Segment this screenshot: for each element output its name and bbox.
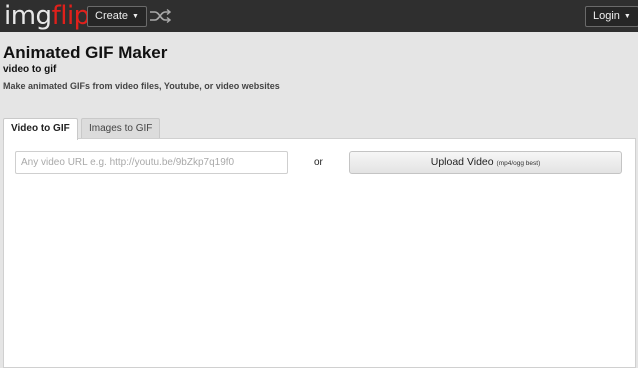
logo-text-flip: flip — [51, 1, 91, 31]
login-button[interactable]: Login ▼ — [585, 6, 638, 27]
imgflip-logo[interactable]: imgflip — [4, 1, 90, 31]
tab-video-to-gif[interactable]: Video to GIF — [3, 118, 78, 140]
upload-video-label: Upload Video — [430, 156, 494, 168]
create-menu-button[interactable]: Create ▼ — [87, 6, 147, 27]
upload-format-note: (mp4/ogg best) — [496, 160, 541, 167]
tab-images-to-gif[interactable]: Images to GIF — [81, 118, 161, 139]
top-navbar: imgflip Create ▼ Login ▼ — [0, 0, 638, 32]
page-subtitle: video to gif — [3, 64, 57, 75]
page-title: Animated GIF Maker — [3, 43, 168, 62]
login-label: Login — [593, 10, 620, 22]
create-label: Create — [95, 10, 129, 22]
logo-text-img: img — [4, 1, 52, 31]
upload-video-button[interactable]: Upload Video (mp4/ogg best) — [349, 151, 622, 174]
or-separator: or — [314, 157, 323, 168]
page-description: Make animated GIFs from video files, You… — [3, 81, 280, 91]
shuffle-icon[interactable] — [149, 8, 171, 24]
video-url-input[interactable] — [15, 151, 288, 174]
chevron-down-icon: ▼ — [623, 13, 631, 20]
chevron-down-icon: ▼ — [132, 13, 139, 20]
